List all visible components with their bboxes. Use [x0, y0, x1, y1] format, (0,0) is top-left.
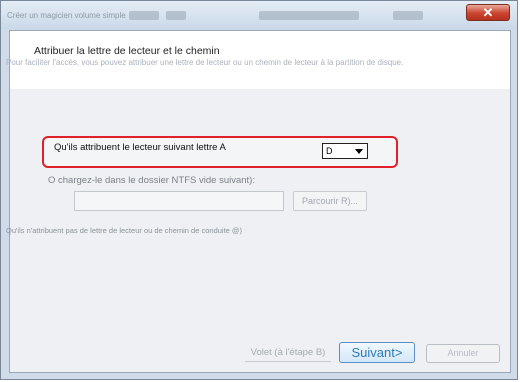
assign-letter-option[interactable]: Qu'ils attribuent le lecteur suivant let… — [42, 136, 398, 168]
page-description: Pour faciliter l'accès, vous pouvez attr… — [6, 58, 404, 67]
drive-letter-dropdown[interactable]: D — [322, 143, 368, 159]
mount-folder-option[interactable]: O chargez-le dans le dossier NTFS vide s… — [48, 175, 255, 186]
wizard-header: Attribuer la lettre de lecteur et le che… — [6, 31, 510, 90]
next-button[interactable]: Suivant> — [339, 342, 415, 363]
close-icon: ✕ — [482, 5, 494, 20]
no-assign-option[interactable]: Qu'ils n'attribuent pas de lettre de lec… — [6, 226, 242, 235]
options-panel: Qu'ils attribuent le lecteur suivant let… — [6, 89, 510, 335]
chevron-down-icon — [355, 149, 363, 154]
blurred-title-fragment — [259, 11, 359, 20]
window-title: Créer un magicien volume simple — [7, 11, 126, 20]
blurred-title-fragment — [166, 11, 186, 20]
browse-button[interactable]: Parcourir R)... — [293, 191, 367, 211]
wizard-footer: Volet (à l'étape B) Suivant> Annuler — [10, 335, 510, 372]
drive-letter-value: D — [326, 146, 333, 156]
blurred-title-fragment — [129, 11, 159, 20]
close-button[interactable]: ✕ — [466, 4, 510, 21]
title-bar: Créer un magicien volume simple ✕ — [1, 1, 517, 29]
wizard-content: Attribuer la lettre de lecteur et le che… — [6, 30, 511, 373]
assign-letter-label[interactable]: Qu'ils attribuent le lecteur suivant let… — [54, 142, 254, 153]
page-title: Attribuer la lettre de lecteur et le che… — [34, 45, 220, 57]
cancel-button[interactable]: Annuler — [426, 344, 500, 363]
folder-path-input[interactable] — [74, 191, 284, 211]
back-button[interactable]: Volet (à l'étape B) — [245, 344, 331, 362]
blurred-title-fragment — [393, 11, 423, 20]
wizard-window: Créer un magicien volume simple ✕ Attrib… — [0, 0, 518, 380]
